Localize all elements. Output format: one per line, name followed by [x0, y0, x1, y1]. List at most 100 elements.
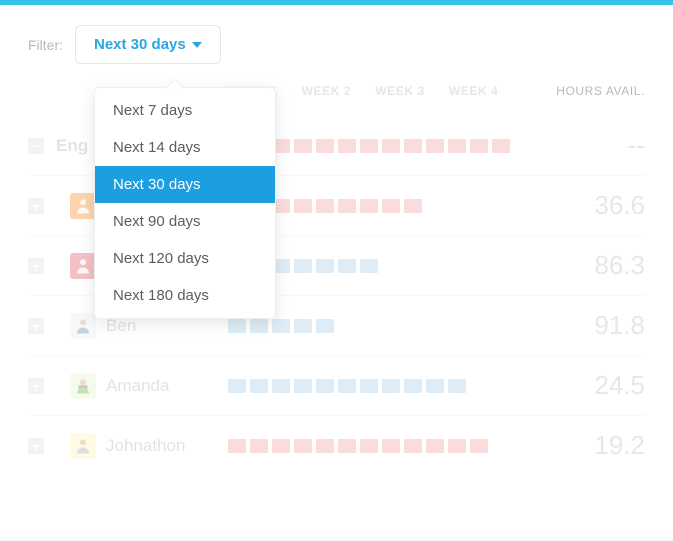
bar-segment [492, 139, 510, 153]
bar-segment [294, 199, 312, 213]
avatar [70, 253, 96, 279]
utilization-bar [228, 439, 535, 453]
bar-segment [492, 319, 510, 333]
bottom-shadow [0, 521, 673, 541]
bar-segment [492, 379, 510, 393]
person-icon [74, 315, 92, 337]
bar-segment [382, 139, 400, 153]
bar-segment [448, 319, 466, 333]
hours-value: 91.8 [535, 310, 645, 341]
bar-segment [294, 439, 312, 453]
bar-segment [470, 439, 488, 453]
filter-option[interactable]: Next 90 days [95, 203, 275, 240]
bar-segment [338, 199, 356, 213]
expand-row-button[interactable] [28, 438, 44, 454]
bar-segment [360, 199, 378, 213]
bar-segment [404, 439, 422, 453]
person-icon [74, 375, 92, 397]
filter-option[interactable]: Next 120 days [95, 240, 275, 277]
bar-segment [448, 259, 466, 273]
bar-segment [250, 379, 268, 393]
filter-selected-value: Next 30 days [94, 36, 186, 53]
bar-segment [470, 199, 488, 213]
bar-segment [426, 379, 444, 393]
bar-segment [294, 259, 312, 273]
bar-segment [294, 319, 312, 333]
bar-segment [294, 139, 312, 153]
filter-option[interactable]: Next 7 days [95, 92, 275, 129]
hours-value: 36.6 [535, 190, 645, 221]
filter-option[interactable]: Next 14 days [95, 129, 275, 166]
bar-segment [250, 319, 268, 333]
group-hours: -- [535, 130, 645, 161]
avatar [70, 313, 96, 339]
bar-segment [426, 259, 444, 273]
hours-value: 19.2 [535, 430, 645, 461]
bar-segment [404, 319, 422, 333]
person-icon [74, 435, 92, 457]
header-week-3: WEEK 3 [375, 84, 425, 98]
person-icon [74, 255, 92, 277]
bar-segment [272, 379, 290, 393]
bar-segment [404, 139, 422, 153]
bar-segment [272, 319, 290, 333]
expand-row-button[interactable] [28, 198, 44, 214]
bar-segment [316, 319, 334, 333]
bar-segment [250, 439, 268, 453]
bar-segment [316, 139, 334, 153]
bar-segment [492, 439, 510, 453]
bar-segment [382, 379, 400, 393]
avatar [70, 193, 96, 219]
bar-segment [316, 259, 334, 273]
bar-segment [426, 139, 444, 153]
bar-segment [316, 199, 334, 213]
bar-segment [470, 379, 488, 393]
expand-row-button[interactable] [28, 258, 44, 274]
avatar [70, 433, 96, 459]
filter-dropdown-button[interactable]: Next 30 days [75, 25, 221, 64]
expand-row-button[interactable] [28, 378, 44, 394]
bar-segment [470, 139, 488, 153]
filter-option[interactable]: Next 30 days [95, 166, 275, 203]
bar-segment [228, 319, 246, 333]
caret-down-icon [192, 42, 202, 48]
bar-segment [426, 439, 444, 453]
header-week-4: WEEK 4 [449, 84, 499, 98]
bar-segment [316, 439, 334, 453]
filter-label: Filter: [28, 37, 63, 53]
header-hours: HOURS AVAIL. [525, 84, 645, 98]
bar-segment [338, 379, 356, 393]
bar-segment [360, 139, 378, 153]
collapse-group-button[interactable] [28, 138, 44, 154]
bar-segment [228, 379, 246, 393]
bar-segment [272, 439, 290, 453]
filter-dropdown-menu: Next 7 days Next 14 days Next 30 days Ne… [94, 87, 276, 319]
group-name: Eng [56, 136, 88, 156]
header-week-2: WEEK 2 [302, 84, 352, 98]
bar-segment [338, 439, 356, 453]
utilization-bar [228, 319, 535, 333]
bar-segment [294, 379, 312, 393]
bar-segment [316, 379, 334, 393]
bar-segment [382, 259, 400, 273]
table-row: Amanda 24.5 [28, 355, 645, 415]
person-icon [74, 195, 92, 217]
person-name: Johnathon [106, 436, 185, 456]
bar-segment [404, 199, 422, 213]
bar-segment [448, 199, 466, 213]
filter-row: Filter: Next 30 days [28, 25, 645, 64]
avatar [70, 373, 96, 399]
bar-segment [360, 259, 378, 273]
table-row: Johnathon 19.2 [28, 415, 645, 475]
expand-row-button[interactable] [28, 318, 44, 334]
bar-segment [338, 139, 356, 153]
bar-segment [338, 319, 356, 333]
bar-segment [382, 319, 400, 333]
bar-segment [492, 259, 510, 273]
bar-segment [448, 439, 466, 453]
filter-option[interactable]: Next 180 days [95, 277, 275, 314]
bar-segment [448, 139, 466, 153]
person-name: Amanda [106, 376, 169, 396]
bar-segment [360, 379, 378, 393]
bar-segment [228, 439, 246, 453]
